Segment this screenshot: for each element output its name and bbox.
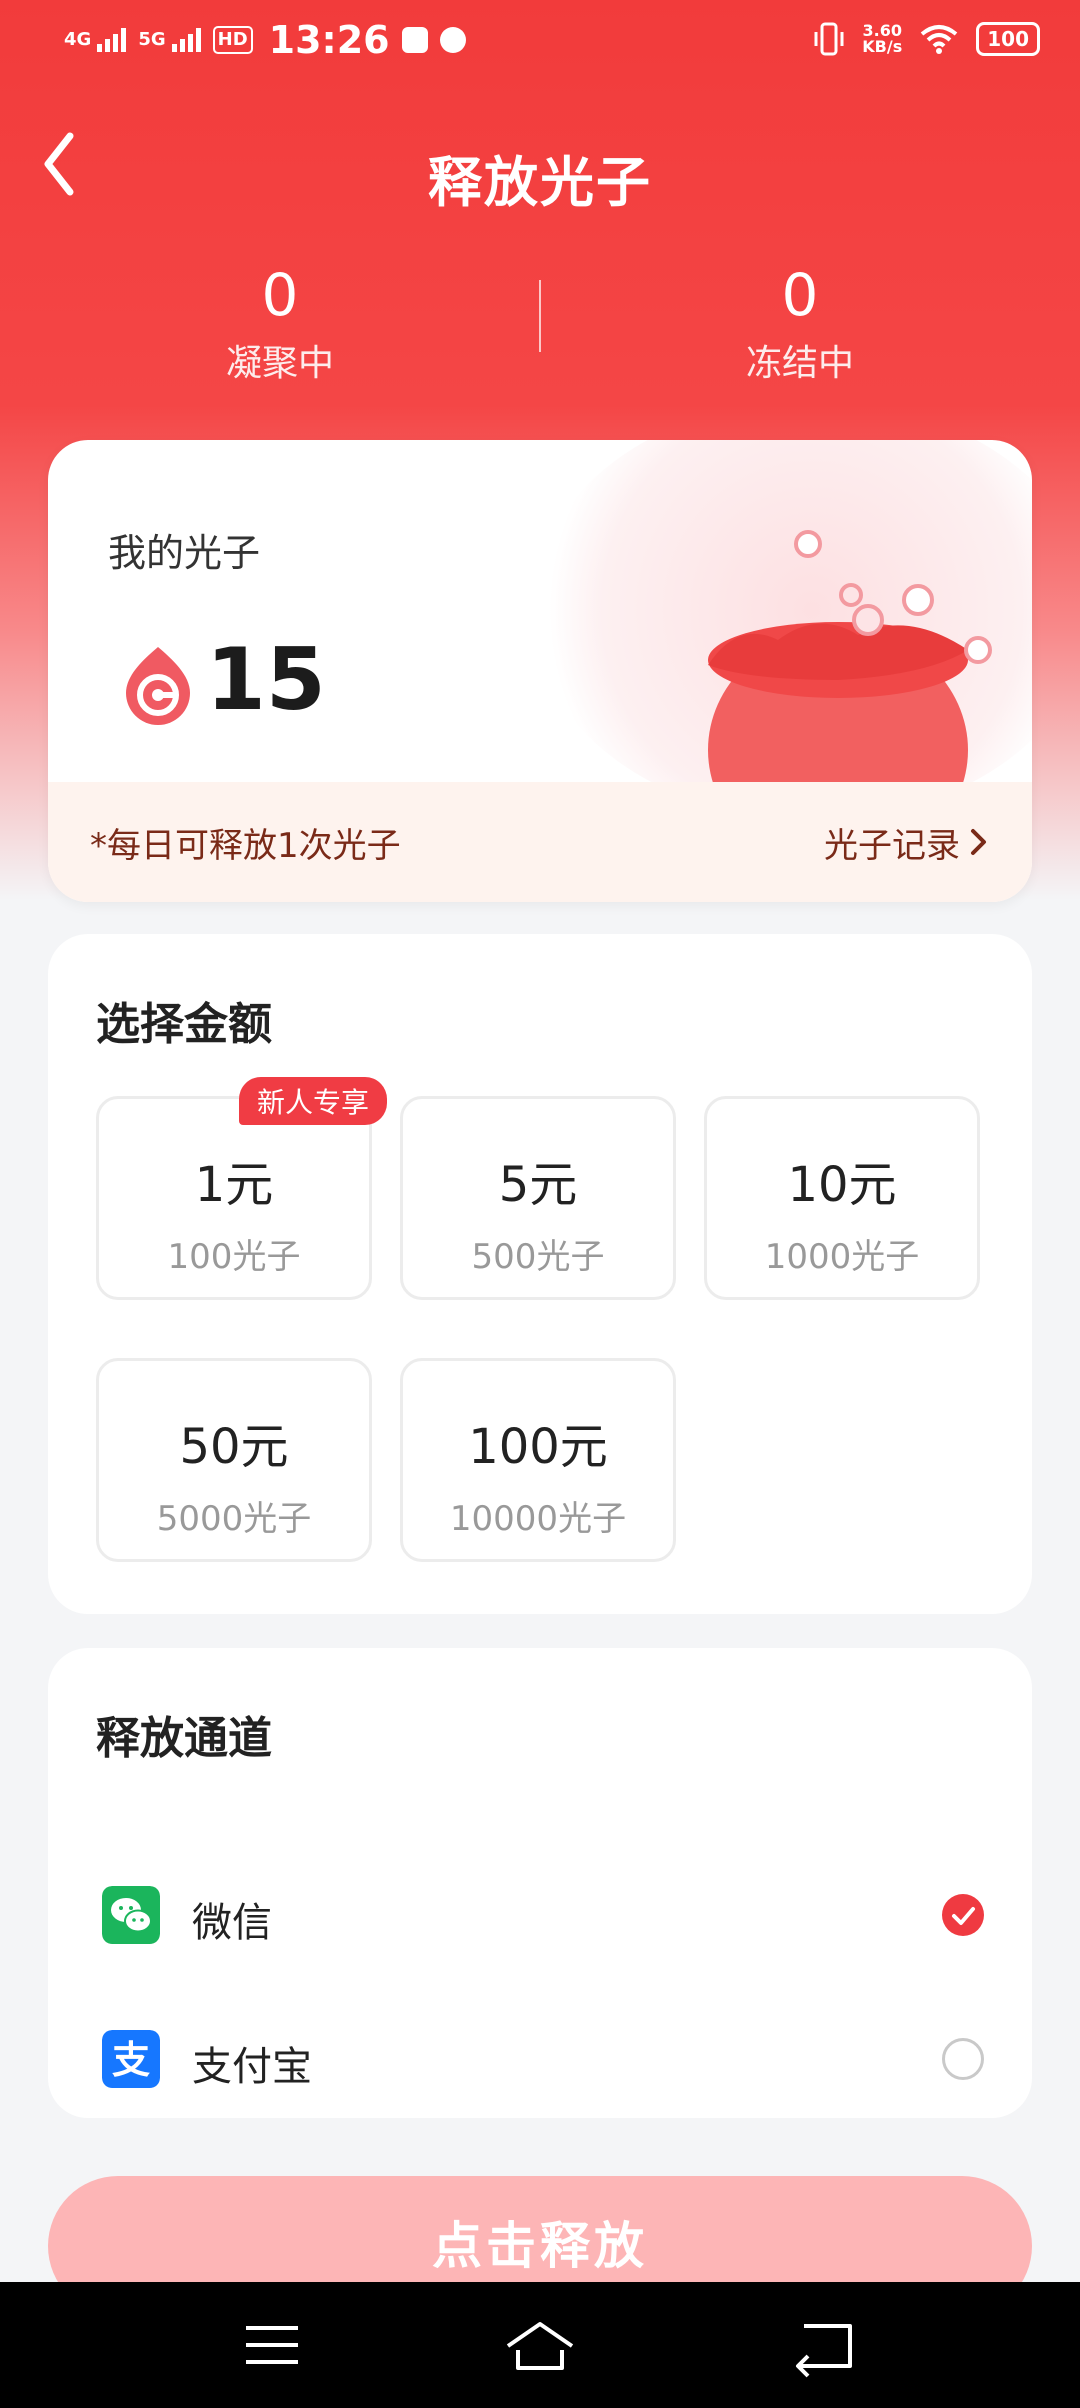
newbie-badge: 新人专享 — [239, 1077, 388, 1125]
channel-row-wechat[interactable]: 微信 — [48, 1866, 1032, 1966]
photon-card-footer: *每日可释放1次光子 光子记录 — [48, 782, 1032, 902]
channel-name: 微信 — [192, 1900, 272, 1946]
amount-option-50[interactable]: 50元 5000光子 — [96, 1358, 372, 1562]
notification-icon — [401, 27, 428, 53]
amount-value: 50元 — [179, 1419, 289, 1475]
stat-label: 凝聚中 — [225, 343, 334, 384]
amount-option-100[interactable]: 100元 10000光子 — [400, 1358, 676, 1562]
stat-value: 0 — [261, 261, 299, 329]
channel-section: 释放通道 微信 支 支付宝 — [48, 1648, 1032, 2118]
svg-text:支: 支 — [112, 2038, 150, 2082]
signal-icon-2 — [171, 28, 201, 52]
hd-voice-icon: HD — [212, 26, 253, 54]
amount-value: 1元 — [194, 1157, 274, 1213]
channel-row-alipay[interactable]: 支 支付宝 — [48, 2010, 1032, 2110]
photon-record-label: 光子记录 — [824, 825, 960, 866]
status-bar: 4G 5G HD 13:26 3.60 KB/s 100 — [0, 0, 1080, 84]
network-speed: 3.60 KB/s — [862, 23, 902, 55]
vibrate-icon — [814, 22, 844, 56]
chevron-right-icon — [971, 829, 986, 855]
photon-count: 15 — [206, 630, 326, 730]
stat-value: 0 — [781, 261, 819, 329]
stat-condensing: 0 凝聚中 — [130, 262, 430, 386]
network-type-1: 4G — [64, 29, 92, 50]
battery-indicator: 100 — [976, 22, 1040, 56]
status-left: 4G 5G HD 13:26 — [64, 18, 466, 62]
stat-frozen: 0 冻结中 — [650, 262, 950, 386]
check-icon — [952, 1907, 975, 1925]
daily-release-note: *每日可释放1次光子 — [90, 825, 401, 866]
amount-value: 5元 — [498, 1157, 578, 1213]
status-time: 13:26 — [268, 18, 390, 62]
stat-divider — [539, 280, 541, 352]
amount-option-10[interactable]: 10元 1000光子 — [704, 1096, 980, 1300]
amount-photons: 1000光子 — [764, 1237, 920, 1277]
network-type-2: 5G — [138, 29, 166, 50]
my-photons-label: 我的光子 — [108, 531, 261, 575]
top-navigation: 释放光子 — [0, 120, 1080, 220]
amount-option-1[interactable]: 新人专享 1元 100光子 — [96, 1077, 388, 1300]
radio-checked[interactable] — [942, 1894, 984, 1936]
wechat-icon — [102, 1886, 160, 1944]
photon-record-link[interactable]: 光子记录 — [824, 818, 990, 867]
amount-value: 10元 — [787, 1157, 897, 1213]
stat-label: 冻结中 — [745, 343, 854, 384]
wifi-icon — [920, 25, 958, 54]
amount-photons: 100光子 — [167, 1237, 301, 1277]
signal-icon — [97, 28, 127, 52]
my-photons-card: 我的光子 15 *每日可释放1次光子 光子记录 — [48, 440, 1032, 902]
radio-unchecked[interactable] — [942, 2038, 984, 2080]
amount-section-title: 选择金额 — [96, 999, 272, 1050]
page-title: 释放光子 — [428, 151, 652, 214]
channel-section-title: 释放通道 — [96, 1713, 272, 1764]
amount-value: 100元 — [468, 1419, 608, 1475]
media-icon — [439, 27, 466, 53]
amount-photons: 10000光子 — [449, 1499, 627, 1539]
amount-section: 选择金额 新人专享 1元 100光子 5元 500光子 10元 1000光子 5… — [48, 934, 1032, 1614]
speed-unit: KB/s — [862, 37, 903, 56]
menu-icon[interactable] — [232, 2310, 312, 2380]
status-right: 3.60 KB/s 100 — [814, 22, 1040, 56]
back-nav-icon[interactable] — [784, 2310, 864, 2380]
amount-photons: 500光子 — [471, 1237, 605, 1277]
home-icon[interactable] — [500, 2310, 580, 2380]
channel-name: 支付宝 — [192, 2044, 312, 2090]
photon-icon — [126, 647, 190, 725]
amount-option-5[interactable]: 5元 500光子 — [400, 1096, 676, 1300]
amount-photons: 5000光子 — [156, 1499, 312, 1539]
photon-stats: 0 凝聚中 0 冻结中 — [0, 262, 1080, 392]
alipay-icon: 支 — [102, 2030, 160, 2088]
system-navigation-bar — [0, 2282, 1080, 2408]
